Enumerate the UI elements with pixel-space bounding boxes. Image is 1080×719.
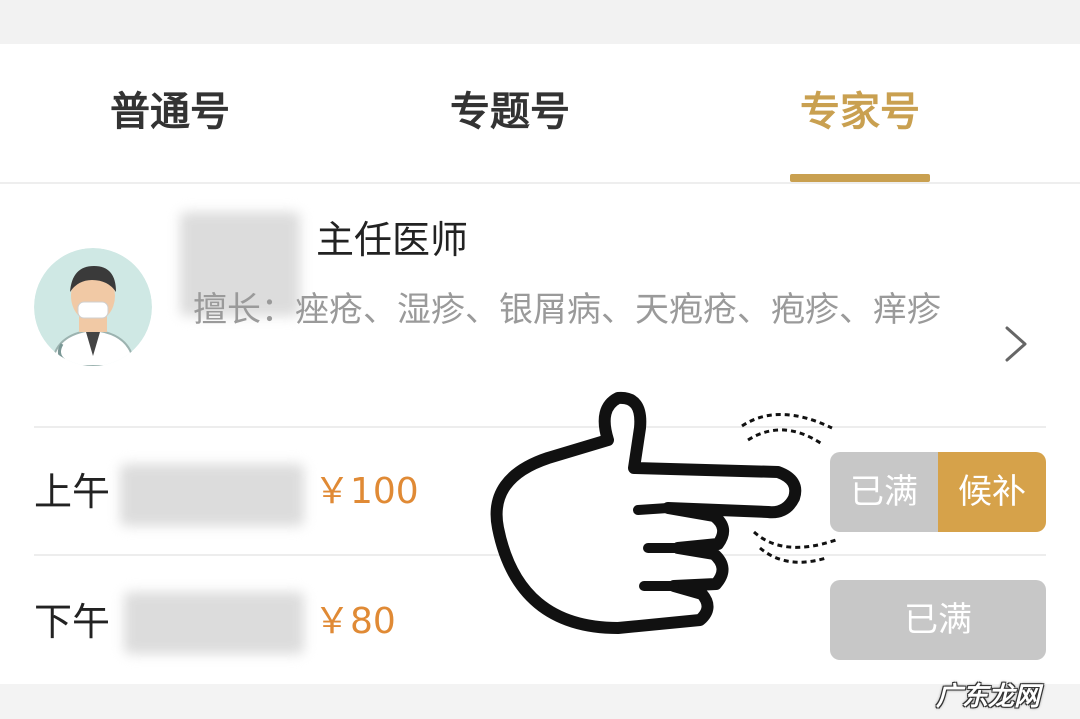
blurred-slot-info — [120, 464, 304, 526]
watermark: 广东龙网 — [936, 682, 1041, 712]
slot-price: ￥100 — [314, 471, 419, 512]
doctor-avatar — [34, 248, 152, 366]
tab-expert[interactable]: 专家号 — [760, 82, 960, 142]
slot-price: ￥80 — [314, 601, 396, 642]
slot-period: 上午 — [34, 470, 111, 514]
chevron-right-icon — [1003, 324, 1029, 368]
doctor-title: 主任医师 — [316, 218, 469, 262]
tab-bar: 普通号 专题号 专家号 — [0, 44, 1080, 184]
doctor-specialty: 擅长：痤疮、湿疹、银屑病、天疱疮、疱疹、痒疹 — [193, 290, 941, 330]
tab-special-topic[interactable]: 专题号 — [410, 82, 610, 142]
pointing-hand-icon — [478, 388, 858, 652]
full-button[interactable]: 已满 — [830, 580, 1046, 660]
waitlist-button[interactable]: 候补 — [938, 452, 1046, 532]
tab-regular[interactable]: 普通号 — [70, 82, 270, 142]
top-strip — [0, 0, 1080, 44]
blurred-slot-info — [124, 592, 304, 654]
active-tab-indicator — [790, 174, 930, 182]
slot-period: 下午 — [34, 600, 111, 644]
